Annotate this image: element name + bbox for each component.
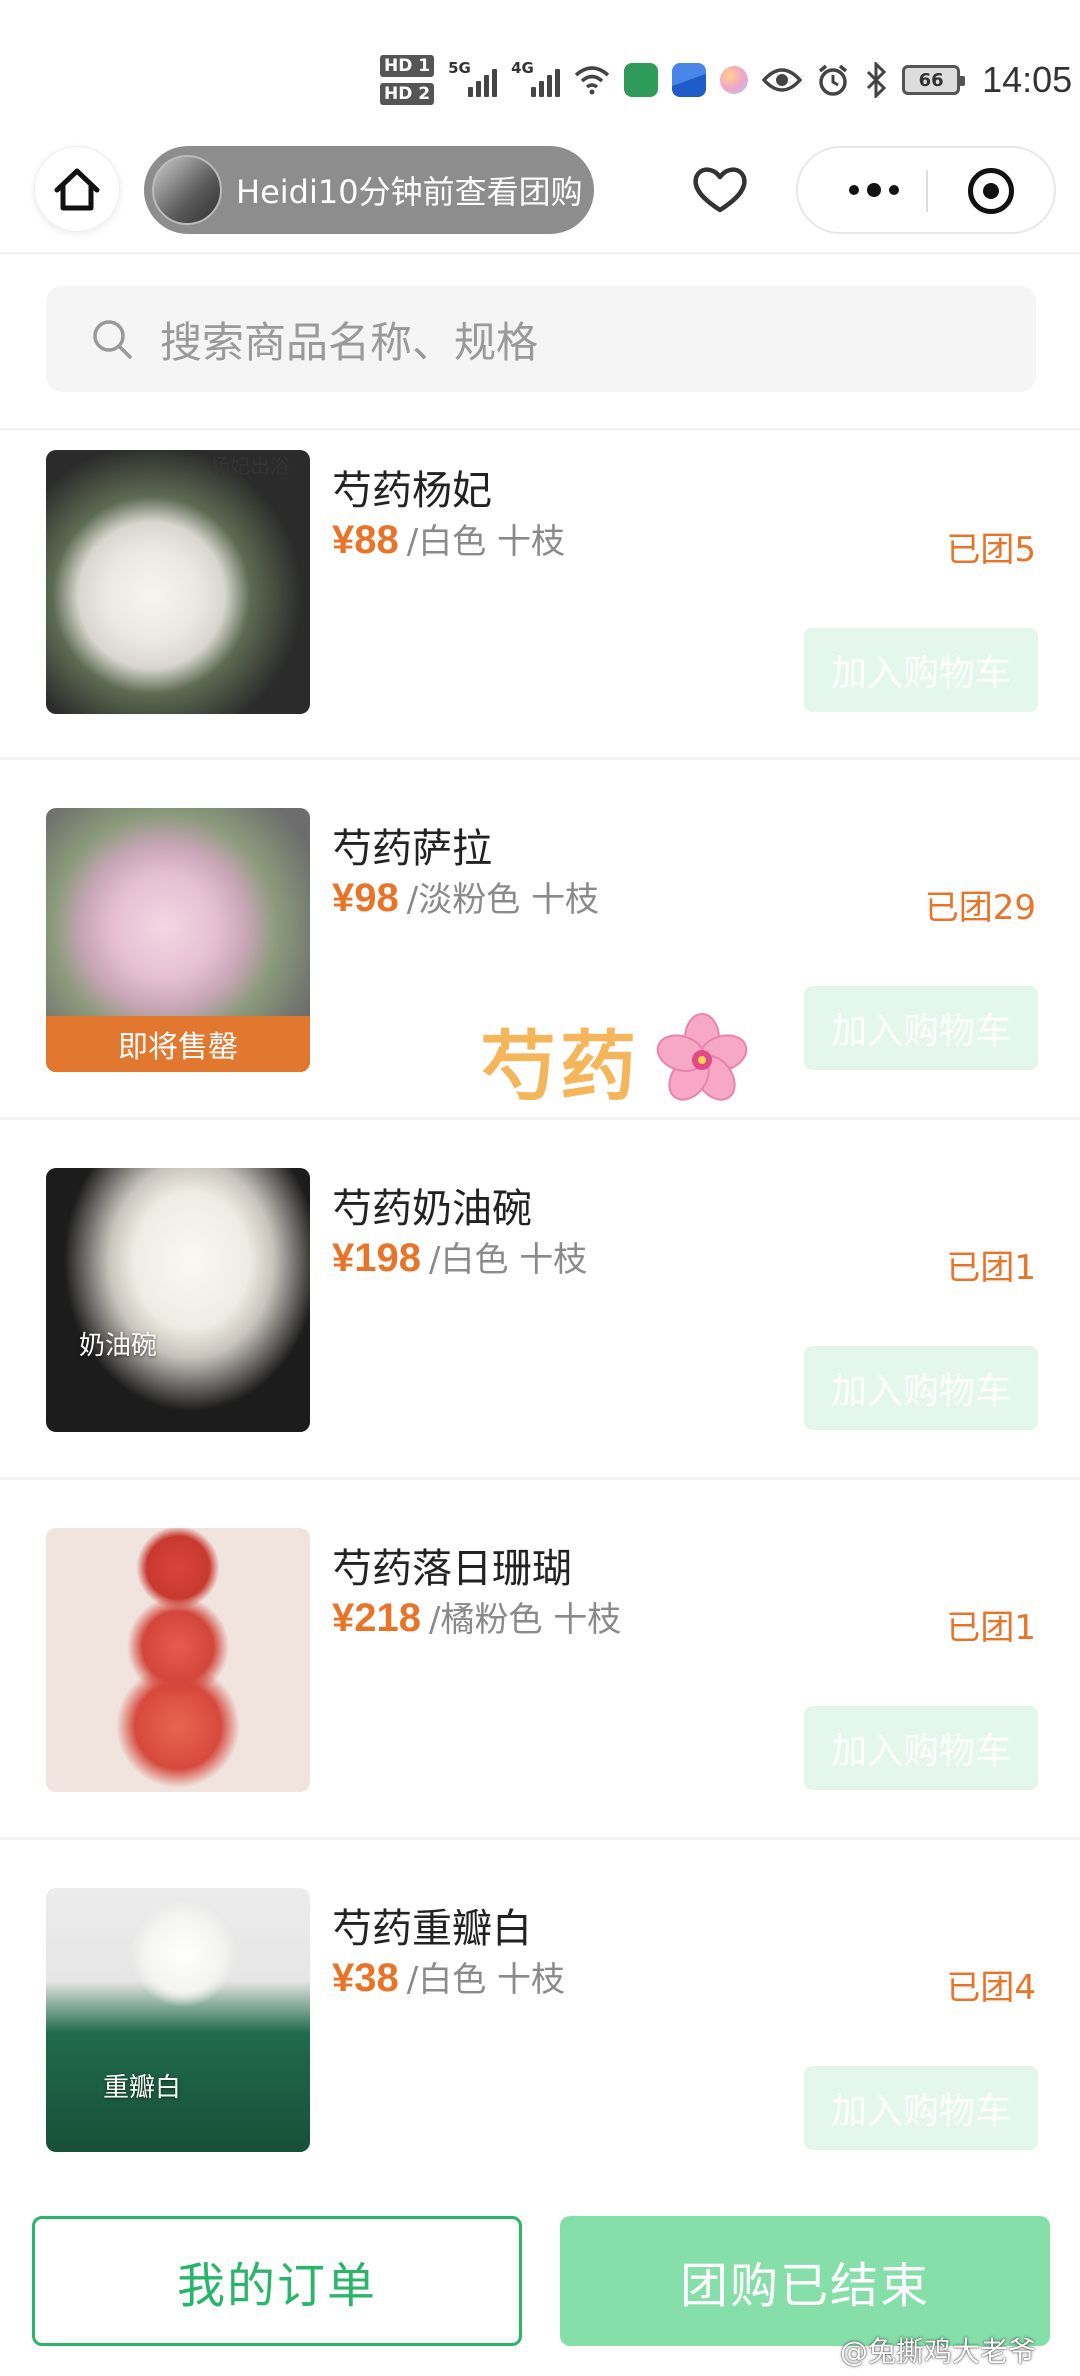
more-dots-icon[interactable] [834, 148, 914, 232]
product-price: ¥88 [332, 518, 399, 562]
add-to-cart-button[interactable]: 加入购物车 [804, 1706, 1038, 1790]
hd2-badge: HD 2 [380, 83, 435, 105]
my-orders-button[interactable]: 我的订单 [32, 2216, 522, 2346]
close-mini-program-icon[interactable] [968, 168, 1014, 214]
product-image[interactable]: 重瓣白 [46, 1888, 310, 2152]
search-input[interactable]: 搜索商品名称、规格 [46, 286, 1036, 392]
product-image[interactable]: 杨妃出浴 [46, 450, 310, 714]
add-to-cart-button[interactable]: 加入购物车 [804, 628, 1038, 712]
sold-count: 已团1 [946, 1248, 1036, 1288]
product-image[interactable]: 即将售罄 [46, 808, 310, 1072]
bluetooth-icon [867, 62, 887, 98]
nav-divider [0, 252, 1080, 254]
product-spec: /淡粉色 十枝 [406, 880, 600, 920]
product-name: 芍药落日珊瑚 [332, 1546, 572, 1592]
mini-program-capsule [796, 146, 1056, 234]
alarm-icon [818, 64, 848, 96]
status-bar: HD 1 HD 2 5G 4G 66 14:05 [0, 0, 1080, 140]
product-spec: /白色 十枝 [428, 1240, 588, 1280]
product-item: 芍药落日珊瑚 ¥218 /橘粉色 十枝 已团1 加入购物车 [0, 1480, 1080, 1840]
avatar [152, 155, 222, 225]
status-time: 14:05 [982, 59, 1073, 100]
sellout-badge: 即将售罄 [46, 1016, 310, 1072]
home-icon [54, 168, 100, 211]
net-type-label: 5G [448, 59, 471, 77]
product-spec: /白色 十枝 [406, 522, 566, 562]
product-item: 杨妃出浴 芍药杨妃 ¥88 /白色 十枝 已团5 加入购物车 [0, 430, 1080, 760]
signal-4g-icon: 4G [511, 59, 561, 97]
product-spec: /橘粉色 十枝 [428, 1600, 622, 1640]
add-to-cart-button[interactable]: 加入购物车 [804, 2066, 1038, 2150]
product-name: 芍药萨拉 [332, 826, 492, 872]
image-caption: 奶油碗 [78, 1331, 157, 1361]
top-nav-bar: Heidi10分钟前查看团购 [0, 140, 1080, 250]
home-button[interactable] [34, 146, 120, 232]
product-price-line: ¥38 /白色 十枝 [332, 1952, 565, 2001]
product-price: ¥98 [332, 876, 399, 920]
recent-viewer-notification[interactable]: Heidi10分钟前查看团购 [144, 146, 594, 234]
product-image[interactable]: 奶油碗 [46, 1168, 310, 1432]
product-item: 重瓣白 芍药重瓣白 ¥38 /白色 十枝 已团4 加入购物车 [0, 1840, 1080, 2200]
product-price-line: ¥88 /白色 十枝 [332, 514, 565, 563]
product-price-line: ¥218 /橘粉色 十枝 [332, 1592, 621, 1641]
eye-icon [762, 68, 803, 92]
mountain-app-icon [672, 63, 707, 97]
product-name: 芍药奶油碗 [332, 1186, 532, 1232]
product-price-line: ¥98 /淡粉色 十枝 [332, 872, 599, 921]
product-price: ¥218 [332, 1596, 421, 1640]
weibo-watermark: @兔撕鸡大老爷 [840, 2335, 1037, 2368]
sold-count: 已团1 [946, 1608, 1036, 1648]
add-to-cart-button[interactable]: 加入购物车 [804, 986, 1038, 1070]
favorite-button[interactable] [690, 160, 750, 220]
wifi-icon [574, 66, 610, 95]
hd-indicators: HD 1 HD 2 [380, 55, 435, 105]
group-buy-ended-button: 团购已结束 [560, 2216, 1050, 2346]
product-item: 奶油碗 芍药奶油碗 ¥198 /白色 十枝 已团1 加入购物车 [0, 1120, 1080, 1480]
group-buy-page: HD 1 HD 2 5G 4G 66 14:05 Heidi10分钟前查看团购 … [0, 0, 1080, 2376]
hd1-badge: HD 1 [380, 55, 435, 77]
product-image[interactable] [46, 1528, 310, 1792]
product-price: ¥38 [332, 1956, 399, 2000]
heart-icon [693, 167, 747, 213]
image-caption: 重瓣白 [102, 2073, 181, 2103]
capsule-divider [926, 170, 928, 212]
product-spec: /白色 十枝 [406, 1960, 566, 2000]
home-app-icon [624, 63, 659, 97]
product-name: 芍药重瓣白 [332, 1906, 532, 1952]
product-list: 杨妃出浴 芍药杨妃 ¥88 /白色 十枝 已团5 加入购物车 即将售罄 芍药萨拉… [0, 430, 1080, 2200]
image-caption: 杨妃出浴 [210, 454, 290, 478]
sold-count: 已团4 [946, 1968, 1036, 2008]
search-icon [93, 320, 132, 359]
notification-text: Heidi10分钟前查看团购 [236, 173, 583, 211]
sticker-text: 芍药 [480, 1022, 640, 1111]
battery-icon: 66 [902, 65, 966, 95]
product-price: ¥198 [332, 1236, 421, 1280]
cherry-blossom-icon [656, 1013, 748, 1101]
sold-count: 已团29 [924, 888, 1036, 928]
signal-5g-icon: 5G [448, 59, 498, 97]
battery-level: 66 [918, 69, 944, 91]
peony-sticker: 芍药 [480, 1010, 750, 1111]
product-name: 芍药杨妃 [332, 468, 492, 514]
sold-count: 已团5 [946, 530, 1036, 570]
orb-app-icon [720, 66, 749, 94]
add-to-cart-button[interactable]: 加入购物车 [804, 1346, 1038, 1430]
product-price-line: ¥198 /白色 十枝 [332, 1232, 587, 1281]
search-placeholder: 搜索商品名称、规格 [160, 317, 539, 367]
status-icons: HD 1 HD 2 5G 4G 66 14:05 [380, 50, 1072, 110]
net-type-label: 4G [511, 59, 534, 77]
